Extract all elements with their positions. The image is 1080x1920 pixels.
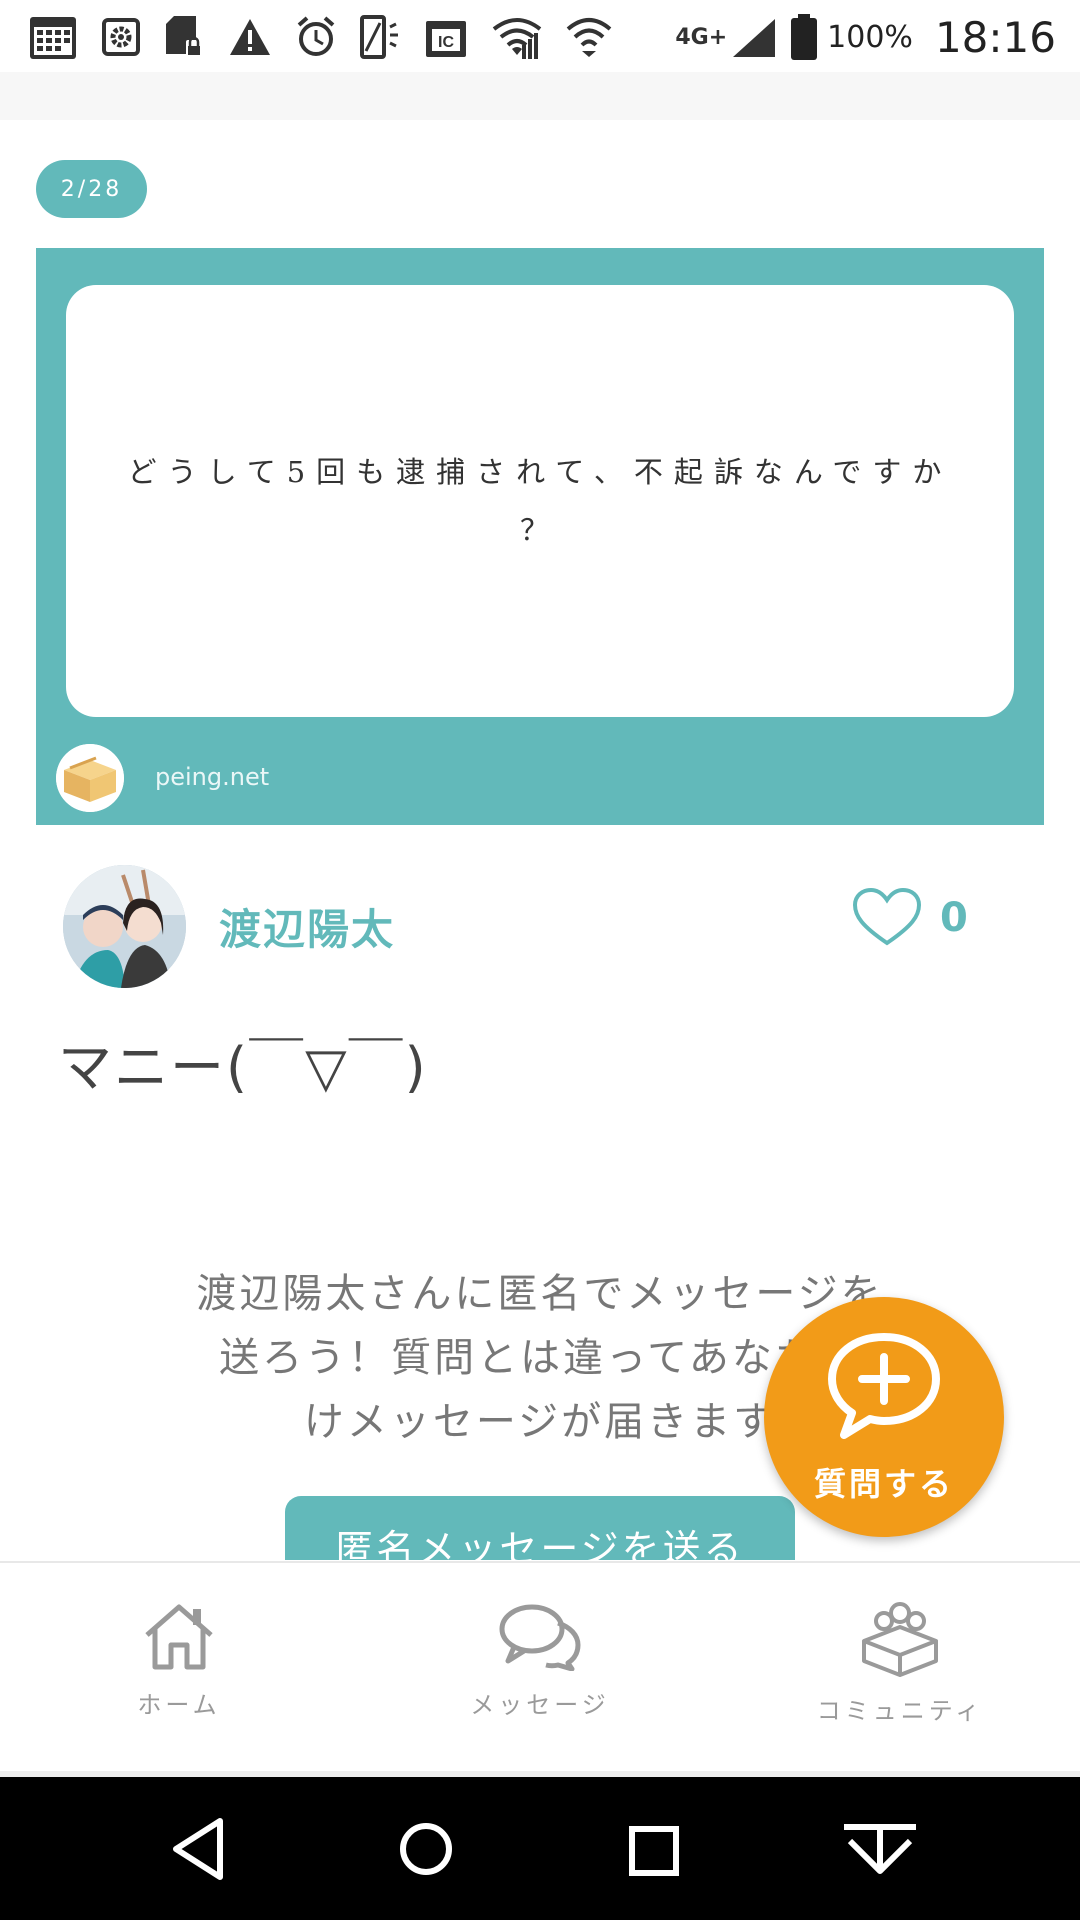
battery-icon [791,14,818,60]
alarm-icon [297,16,335,56]
sd-card-icon [166,16,202,56]
nav-home-label: ホーム [137,1691,221,1719]
status-bar: IC 4G+ 100% 18:16 [0,0,1080,72]
nav-home[interactable]: ホーム [59,1601,299,1720]
bottom-nav: ホーム メッセージ コミュニティ [0,1561,1080,1775]
like-count: 0 [940,895,968,941]
nav-messages[interactable]: メッセージ [420,1601,660,1720]
wifi-icon [566,18,612,57]
add-chat-icon [828,1333,940,1439]
ic-card-icon: IC [426,21,466,57]
ask-question-label: 質問する [813,1465,954,1503]
warning-icon [230,19,270,55]
wifi-icon [492,18,542,59]
home-icon [145,1604,213,1670]
ask-question-button[interactable]: 質問する [764,1297,1004,1537]
network-type-label: 4G+ [675,24,728,50]
answer-text: マニー(￣▽￣) [58,1036,428,1099]
like-button[interactable]: 0 [852,888,968,948]
svg-text:IC: IC [438,34,454,51]
heart-icon [852,888,922,946]
nav-community[interactable]: コミュニティ [780,1601,1020,1726]
answerer-name[interactable]: 渡辺陽太 [219,896,395,957]
avatar[interactable] [63,865,186,988]
page-counter: 2/28 [36,160,147,218]
back-icon[interactable] [170,1817,226,1881]
settings-icon [102,18,140,56]
calendar-icon [30,17,76,59]
nav-messages-label: メッセージ [470,1691,610,1719]
nfc-icon [360,15,398,59]
home-circle-icon[interactable] [398,1817,454,1881]
question-card: どうして5回も逮捕されて、不起訴なんですか ？ peing.net [36,248,1044,825]
chat-icon [499,1604,581,1671]
notification-pull-icon[interactable] [840,1817,920,1881]
box-icon [56,744,124,812]
system-nav-bar [0,1777,1080,1920]
community-icon [862,1602,938,1677]
signal-icon [733,19,776,57]
question-box: どうして5回も逮捕されて、不起訴なんですか ？ [66,285,1014,717]
battery-percent: 100% [827,19,913,55]
send-anon-message-button[interactable]: 匿名メッセージを送る [285,1496,795,1560]
header-band [0,72,1080,120]
recents-icon[interactable] [627,1817,681,1881]
question-text: どうして5回も逮捕されて、不起訴なんですか ？ [127,455,953,547]
nav-community-label: コミュニティ [816,1697,984,1725]
clock: 18:16 [934,12,1056,62]
site-name: peing.net [155,763,270,791]
